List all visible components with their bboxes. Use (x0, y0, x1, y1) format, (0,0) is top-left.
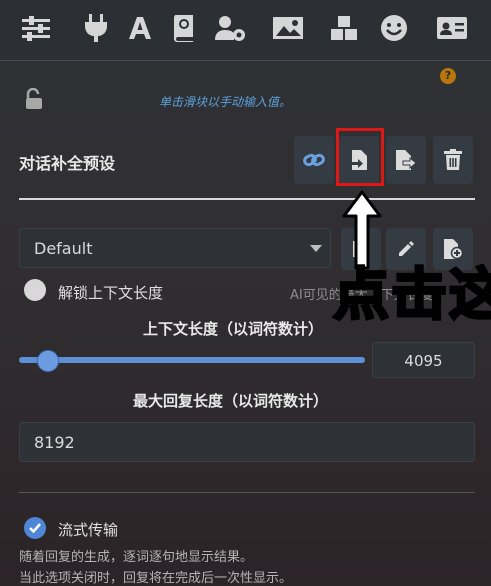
slider-hint-text: 单击滑块以手动输入值。 (159, 95, 292, 109)
plug-icon[interactable] (80, 13, 112, 43)
section-divider (19, 492, 475, 493)
context-length-slider-thumb[interactable] (37, 350, 59, 372)
font-icon[interactable] (124, 13, 156, 43)
streaming-desc-1: 随着回复的生成，逐词逐句地显示结果。 (19, 550, 254, 565)
sliders-icon[interactable] (20, 13, 52, 43)
id-card-icon[interactable] (436, 13, 468, 43)
unlock-context-label: 解锁上下文长度 (58, 284, 164, 302)
overlay-instruction-text: 点击这 (332, 263, 491, 328)
max-response-input[interactable]: 8192 (19, 422, 475, 462)
up-arrow-annotation (342, 190, 382, 270)
streaming-checkbox[interactable] (24, 517, 46, 539)
max-response-title: 最大回复长度（以词符数计） (133, 392, 329, 410)
streaming-label: 流式传输 (58, 521, 119, 539)
presets-title: 对话补全预设 (19, 154, 116, 173)
context-length-title: 上下文长度（以词符数计） (143, 320, 324, 338)
unlock-context-toggle[interactable] (24, 279, 46, 301)
export-preset-button[interactable] (386, 136, 426, 184)
link-preset-button[interactable] (294, 136, 334, 184)
preset-select[interactable]: Default (19, 228, 331, 268)
delete-preset-button[interactable] (433, 136, 473, 184)
cubes-icon[interactable] (328, 13, 360, 43)
file-export-icon (396, 150, 417, 170)
book-icon[interactable] (168, 13, 200, 43)
highlight-box (336, 128, 384, 186)
top-toolbar (0, 0, 491, 61)
streaming-desc-2: 当此选项关闭时，回复将在完成后一次性显示。 (19, 571, 293, 586)
link-icon (303, 153, 325, 167)
chevron-down-icon (310, 245, 322, 252)
file-plus-icon (444, 239, 464, 260)
user-gear-icon[interactable] (214, 13, 246, 43)
section-divider (19, 198, 475, 200)
pencil-icon (399, 241, 414, 256)
check-icon (29, 523, 41, 533)
context-length-slider[interactable] (19, 357, 365, 363)
toolbar-divider (0, 60, 491, 61)
lock-icon[interactable] (24, 87, 44, 110)
context-length-input[interactable]: 4095 (372, 342, 475, 378)
trash-icon (444, 149, 462, 170)
preset-select-value: Default (34, 239, 93, 258)
help-icon[interactable]: ? (440, 68, 456, 84)
image-icon[interactable] (272, 13, 304, 43)
smile-icon[interactable] (378, 13, 410, 43)
